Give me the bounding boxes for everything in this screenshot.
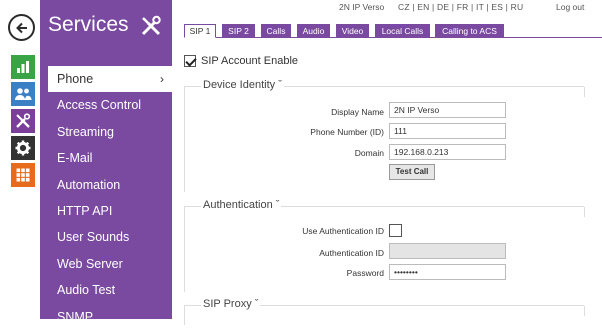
back-arrow-icon[interactable] xyxy=(8,14,35,41)
sidebar-item-label: Phone xyxy=(57,72,94,86)
sidebar-menu: Phone › Access Control Streaming E-Mail … xyxy=(48,66,172,330)
use-auth-id-label: Use Authentication ID xyxy=(302,226,384,236)
auth-id-input[interactable] xyxy=(389,243,506,259)
sidebar-item-label: Audio Test xyxy=(57,283,116,298)
sip-proxy-title[interactable]: SIP Proxy ˇ xyxy=(201,298,261,310)
device-identity-title[interactable]: Device Identity ˇ xyxy=(201,79,284,91)
language-selector[interactable]: CZ | EN | DE | FR | IT | ES | RU xyxy=(398,2,523,12)
tab-calls[interactable]: Calls xyxy=(261,24,291,38)
domain-input[interactable]: 192.168.0.213 xyxy=(389,144,506,160)
services-sidebar: Services Phone › Access Control Streamin… xyxy=(40,0,172,324)
sidebar-item-email[interactable]: E-Mail xyxy=(48,145,172,171)
sidebar-item-access-control[interactable]: Access Control xyxy=(48,92,172,118)
icon-rail xyxy=(0,0,40,319)
device-identity-section: Device Identity ˇ Display Name 2N IP Ver… xyxy=(184,79,585,192)
display-name-label: Display Name xyxy=(331,107,384,117)
authentication-section: Authentication ˇ Use Authentication ID A… xyxy=(184,199,585,292)
sidebar-item-user-sounds[interactable]: User Sounds xyxy=(48,224,172,250)
sidebar-item-http-api[interactable]: HTTP API xyxy=(48,198,172,224)
password-input[interactable]: •••••••• xyxy=(389,264,506,280)
phone-number-label: Phone Number (ID) xyxy=(310,127,384,137)
sidebar-item-label: Web Server xyxy=(57,256,123,271)
use-auth-id-checkbox[interactable] xyxy=(389,224,402,237)
tab-local-calls[interactable]: Local Calls xyxy=(375,24,430,38)
auth-id-label: Authentication ID xyxy=(319,248,384,258)
status-chart-icon[interactable] xyxy=(11,55,35,79)
sidebar-item-web-server[interactable]: Web Server xyxy=(48,251,172,277)
system-gear-icon[interactable] xyxy=(11,136,35,160)
top-bar: 2N IP Verso CZ | EN | DE | FR | IT | ES … xyxy=(180,0,602,16)
sidebar-item-label: HTTP API xyxy=(57,203,113,218)
tab-sip2[interactable]: SIP 2 xyxy=(222,24,255,38)
phone-number-input[interactable]: 111 xyxy=(389,123,506,139)
device-name: 2N IP Verso xyxy=(339,2,385,12)
sip-account-enable-checkbox[interactable] xyxy=(184,55,196,68)
sidebar-item-label: SNMP xyxy=(57,309,94,324)
logout-link[interactable]: Log out xyxy=(556,2,584,12)
authentication-title[interactable]: Authentication ˇ xyxy=(201,199,282,211)
tab-sip1[interactable]: SIP 1 xyxy=(184,24,216,38)
sidebar-item-label: Streaming xyxy=(57,124,114,139)
services-tools-icon xyxy=(140,15,162,37)
tab-video[interactable]: Video xyxy=(336,24,369,38)
sip-proxy-section: SIP Proxy ˇ xyxy=(184,298,585,325)
domain-label: Domain xyxy=(354,148,384,158)
sidebar-item-label: Access Control xyxy=(57,98,142,113)
sip-account-enable-row: SIP Account Enable xyxy=(184,55,298,69)
sidebar-item-audio-test[interactable]: Audio Test xyxy=(48,277,172,303)
sidebar-item-label: Automation xyxy=(57,177,121,192)
chevron-right-icon: › xyxy=(160,72,164,86)
sidebar-item-streaming[interactable]: Streaming xyxy=(48,119,172,145)
sip-account-enable-label: SIP Account Enable xyxy=(201,55,299,67)
tab-calling-to-acs[interactable]: Calling to ACS xyxy=(435,24,504,38)
sidebar-item-phone[interactable]: Phone › xyxy=(48,66,172,93)
password-label: Password xyxy=(346,268,384,278)
hardware-tools-icon[interactable] xyxy=(11,109,35,133)
sidebar-item-label: E-Mail xyxy=(57,151,93,166)
sidebar-item-label: User Sounds xyxy=(57,230,130,245)
directory-users-icon[interactable] xyxy=(11,82,35,106)
sidebar-item-snmp[interactable]: SNMP xyxy=(48,304,172,330)
sidebar-item-automation[interactable]: Automation xyxy=(48,172,172,198)
test-call-button[interactable]: Test Call xyxy=(389,164,435,180)
display-name-input[interactable]: 2N IP Verso xyxy=(389,102,506,118)
sidebar-title: Services xyxy=(48,13,129,36)
firmware-grid-icon[interactable] xyxy=(11,163,35,187)
tab-audio[interactable]: Audio xyxy=(297,24,330,38)
